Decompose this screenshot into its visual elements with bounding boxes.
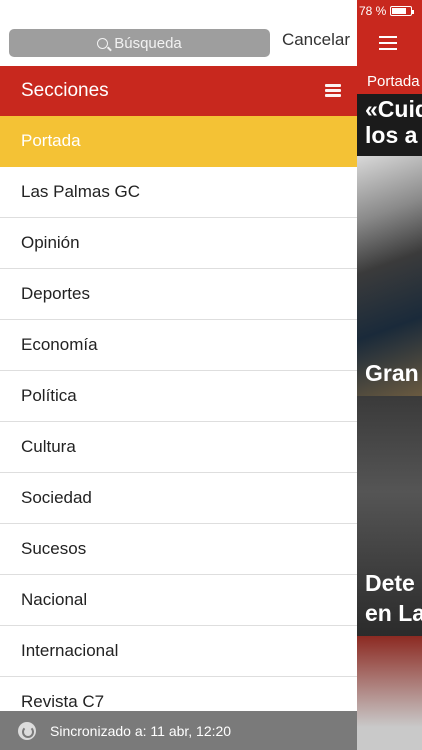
section-item-label: Política <box>21 386 77 405</box>
article-headline: Gran <box>365 360 419 386</box>
section-item-label: Deportes <box>21 284 90 303</box>
article-headline: Dete <box>365 570 415 596</box>
cancel-button[interactable]: Cancelar <box>282 30 350 50</box>
section-item-label: Cultura <box>21 437 76 456</box>
article-headline: en La <box>365 600 422 626</box>
article-image[interactable] <box>357 636 422 750</box>
section-item-label: Portada <box>21 131 81 150</box>
status-bar: 78 % <box>357 0 422 22</box>
article-headline: los a <box>365 122 418 148</box>
section-item-label: Internacional <box>21 641 119 660</box>
peek-section-label: Portada <box>357 66 422 94</box>
section-item-label: Sociedad <box>21 488 92 507</box>
section-item-opinion[interactable]: Opinión <box>0 218 357 269</box>
section-item-portada[interactable]: Portada <box>0 116 357 167</box>
top-nav-bar <box>357 22 422 66</box>
section-item-nacional[interactable]: Nacional <box>0 575 357 626</box>
search-icon <box>97 37 109 49</box>
list-icon[interactable] <box>325 84 341 99</box>
article-image[interactable]: Dete en La <box>357 396 422 636</box>
article-card[interactable]: «Cuid los a <box>357 94 422 156</box>
sections-title: Secciones <box>21 80 109 101</box>
section-list: Portada Las Palmas GC Opinión Deportes E… <box>0 116 357 728</box>
section-item-politica[interactable]: Política <box>0 371 357 422</box>
section-item-sociedad[interactable]: Sociedad <box>0 473 357 524</box>
section-item-cultura[interactable]: Cultura <box>0 422 357 473</box>
battery-percentage: 78 % <box>359 4 387 18</box>
section-item-label: Las Palmas GC <box>21 182 141 201</box>
section-item-label: Nacional <box>21 590 88 609</box>
sync-icon[interactable] <box>18 721 36 740</box>
section-item-las-palmas-gc[interactable]: Las Palmas GC <box>0 167 357 218</box>
side-drawer: Búsqueda Cancelar Secciones Portada Las … <box>0 0 357 750</box>
section-item-label: Economía <box>21 335 98 354</box>
search-area: Búsqueda Cancelar <box>0 0 357 66</box>
search-input[interactable]: Búsqueda <box>9 29 270 57</box>
section-item-deportes[interactable]: Deportes <box>0 269 357 320</box>
menu-icon[interactable] <box>379 36 397 54</box>
sync-text: Sincronizado a: 11 abr, 12:20 <box>50 722 232 739</box>
search-placeholder: Búsqueda <box>114 34 182 52</box>
sections-header: Secciones <box>0 66 357 116</box>
battery-icon <box>390 6 415 16</box>
section-item-internacional[interactable]: Internacional <box>0 626 357 677</box>
sync-status-bar: Sincronizado a: 11 abr, 12:20 <box>0 711 357 750</box>
section-item-sucesos[interactable]: Sucesos <box>0 524 357 575</box>
main-content-peek[interactable]: 78 % Portada «Cuid los a Gran Dete en La <box>357 0 422 750</box>
section-item-label: Sucesos <box>21 539 87 558</box>
section-item-economia[interactable]: Economía <box>0 320 357 371</box>
section-item-label: Opinión <box>21 233 80 252</box>
section-item-label: Revista C7 <box>21 692 105 711</box>
article-image[interactable]: Gran <box>357 156 422 396</box>
